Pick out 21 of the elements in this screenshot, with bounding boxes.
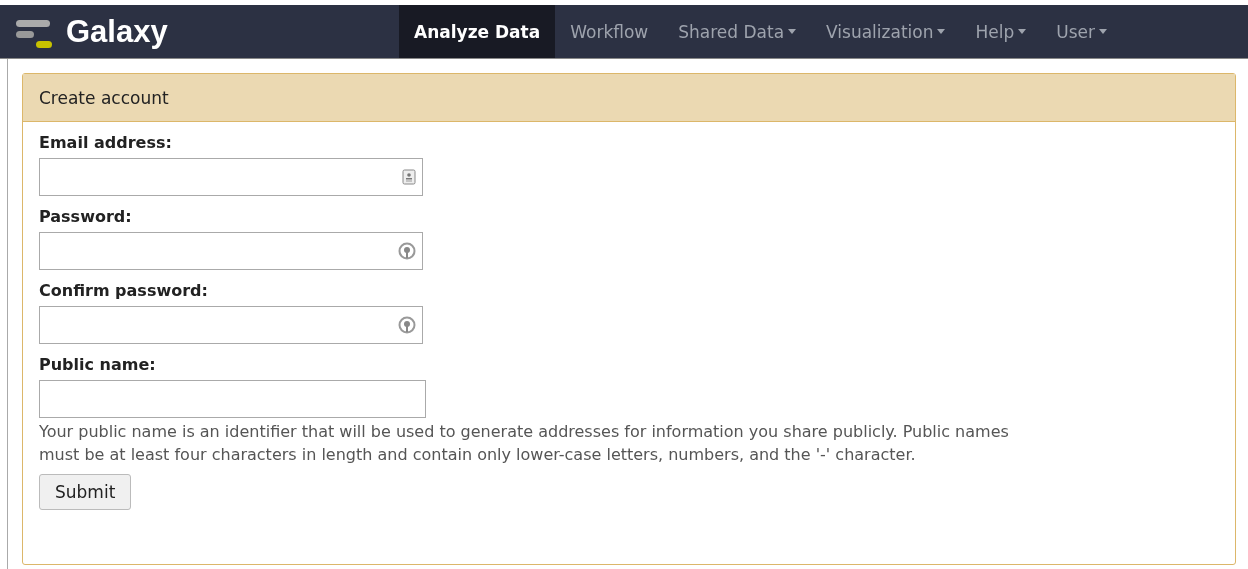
key-icon: [398, 316, 416, 334]
nav-tab[interactable]: Help: [960, 5, 1042, 58]
input-field[interactable]: [39, 232, 423, 270]
contact-card-icon: [402, 169, 416, 185]
field-label: Password:: [39, 207, 133, 226]
brand-title[interactable]: Galaxy: [66, 13, 168, 50]
help-text: Your public name is an identifier that will be used to generate addresses for information you share publicly. Public names must be at least four characters in length and contain only lower-case letters, numbers, and the '-' character.: [39, 421, 1010, 466]
key-icon: [398, 242, 416, 260]
panel-title: Create account: [23, 74, 1235, 122]
input-field[interactable]: [39, 158, 423, 196]
field-label: Email address:: [39, 133, 173, 152]
nav-tab[interactable]: Visualization: [811, 5, 961, 58]
field-label: Confirm password:: [39, 281, 209, 300]
nav-tab[interactable]: Analyze Data: [399, 5, 556, 58]
nav-tab[interactable]: User: [1041, 5, 1122, 58]
submit-button[interactable]: Submit: [39, 474, 132, 510]
field-label: Public name:: [39, 355, 157, 374]
nav-tab[interactable]: Shared Data: [663, 5, 812, 58]
nav-tab[interactable]: Workflow: [555, 5, 664, 58]
input-field[interactable]: [39, 306, 423, 344]
input-field[interactable]: [39, 380, 426, 418]
